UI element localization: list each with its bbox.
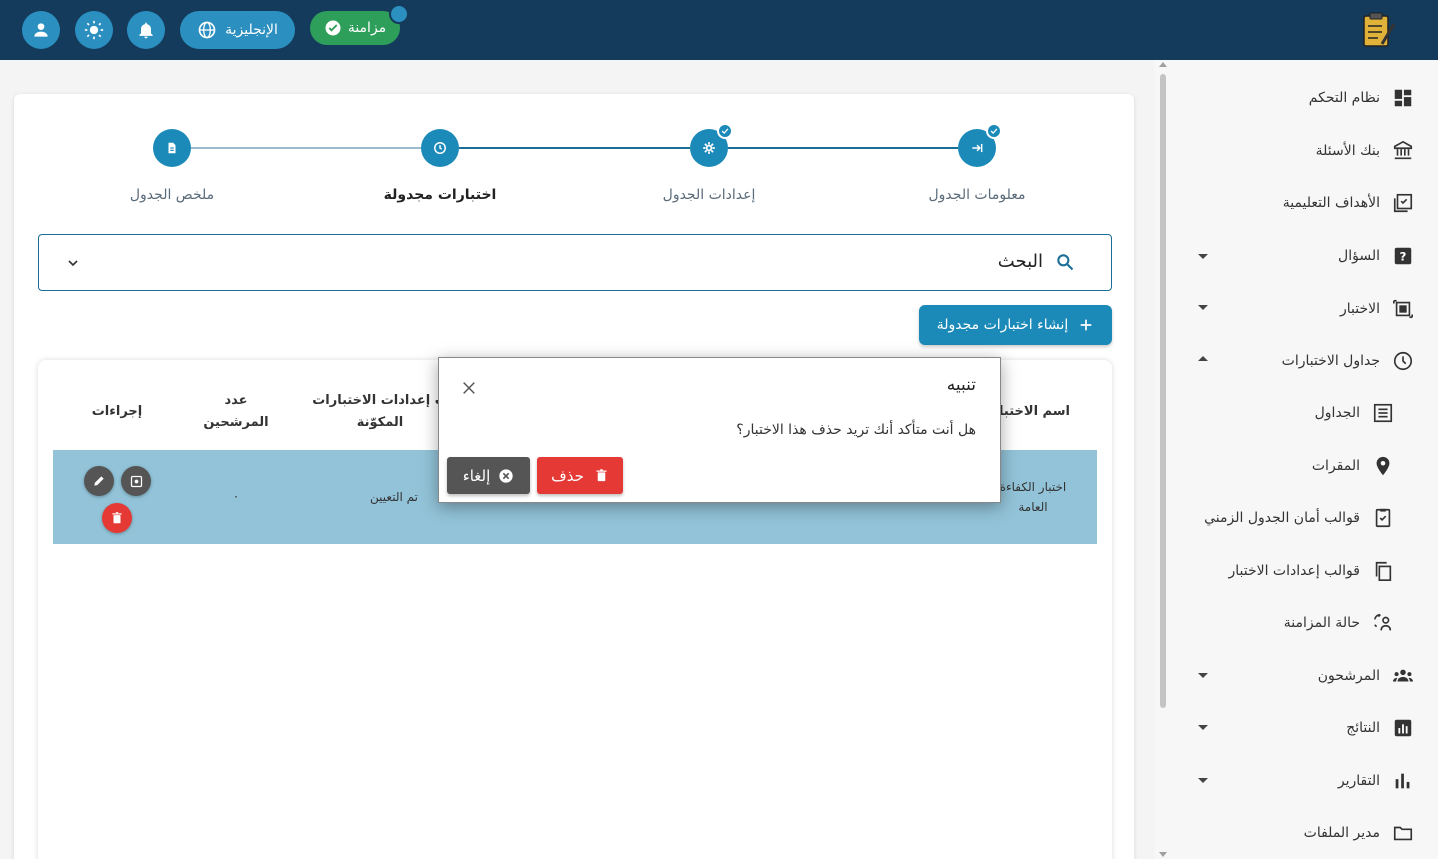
dialog-title: تنبيه: [946, 375, 976, 395]
cancel-button-label: إلغاء: [462, 466, 491, 485]
confirm-delete-dialog: تنبيه هل أنت متأكد أنك تريد حذف هذا الاخ…: [438, 357, 1001, 503]
close-icon[interactable]: [461, 380, 477, 396]
cancel-circle-icon: [499, 468, 513, 483]
confirm-delete-button[interactable]: حذف: [537, 457, 623, 494]
trash-icon: [596, 469, 607, 482]
cancel-button[interactable]: إلغاء: [447, 457, 530, 494]
dialog-message: هل أنت متأكد أنك تريد حذف هذا الاختبار؟: [736, 422, 976, 438]
delete-button-label: حذف: [551, 466, 584, 485]
